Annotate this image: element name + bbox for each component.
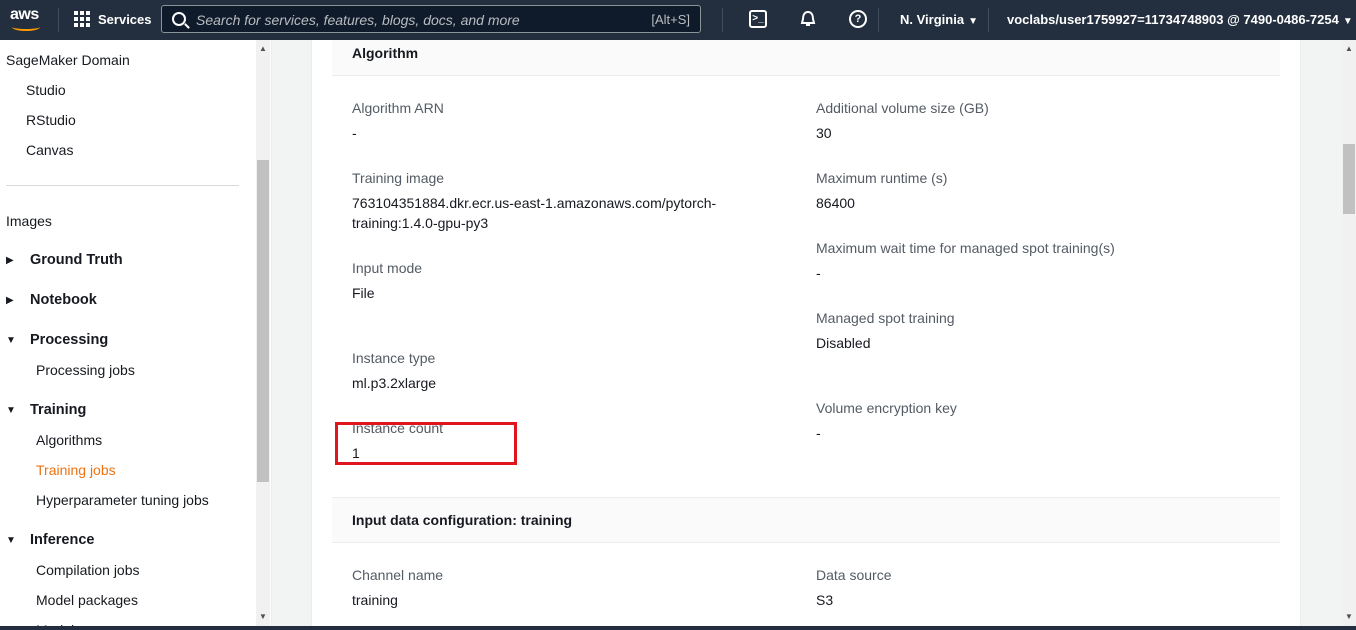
- maximum-runtime-label: Maximum runtime (s): [816, 170, 948, 186]
- sidebar-item-images[interactable]: Images: [6, 213, 52, 229]
- sidebar-section-training[interactable]: ▼ Training: [6, 402, 86, 418]
- sidebar: SageMaker Domain Studio RStudio Canvas I…: [0, 40, 272, 630]
- input-mode-value: File: [352, 285, 375, 301]
- search-icon: [172, 12, 186, 26]
- additional-volume-size-label: Additional volume size (GB): [816, 100, 989, 116]
- scroll-up-icon[interactable]: ▲: [1345, 44, 1353, 53]
- sidebar-divider: [6, 185, 239, 186]
- page-scrollbar-thumb[interactable]: [1343, 144, 1355, 214]
- sidebar-section-notebook[interactable]: ▶ Notebook: [6, 292, 97, 308]
- top-navigation-bar: aws Services [Alt+S] >_ ? N. Virginia▼ v…: [0, 0, 1356, 40]
- sidebar-item-canvas[interactable]: Canvas: [26, 142, 73, 158]
- instance-count-highlight-box: [335, 422, 517, 465]
- sidebar-item-rstudio[interactable]: RStudio: [26, 112, 76, 128]
- services-label: Services: [98, 11, 152, 27]
- caret-right-icon: ▶: [6, 294, 14, 306]
- sidebar-item-training-jobs[interactable]: Training jobs: [36, 462, 116, 478]
- aws-logo[interactable]: aws: [10, 6, 44, 34]
- scroll-down-icon[interactable]: ▼: [259, 612, 267, 621]
- algorithm-arn-value: -: [352, 125, 357, 141]
- caret-right-icon: ▶: [6, 254, 14, 266]
- sidebar-item-sagemaker-domain[interactable]: SageMaker Domain: [6, 52, 130, 68]
- section-title: Algorithm: [352, 45, 419, 61]
- training-image-value-line1: 763104351884.dkr.ecr.us-east-1.amazonaws…: [352, 195, 717, 211]
- sidebar-item-processing-jobs[interactable]: Processing jobs: [36, 362, 135, 378]
- aws-logo-text: aws: [10, 6, 39, 23]
- nav-divider: [988, 8, 989, 32]
- sidebar-item-hyperparameter-tuning-jobs[interactable]: Hyperparameter tuning jobs: [36, 492, 209, 508]
- bottom-edge-bar: [0, 626, 1356, 630]
- details-panel: Algorithm Algorithm ARN - Training image…: [311, 40, 1301, 630]
- data-source-label: Data source: [816, 567, 892, 583]
- bell-icon[interactable]: [799, 10, 817, 28]
- account-label: voclabs/user1759927=11734748903 @ 7490-0…: [1007, 12, 1339, 27]
- aws-smile-icon: [12, 23, 40, 31]
- search-input[interactable]: [196, 10, 616, 30]
- sidebar-scrollbar[interactable]: ▲ ▼: [256, 40, 270, 630]
- maximum-wait-time-label: Maximum wait time for managed spot train…: [816, 240, 1115, 256]
- sidebar-item-studio[interactable]: Studio: [26, 82, 66, 98]
- grid-icon: [74, 11, 90, 27]
- region-selector[interactable]: N. Virginia ▼: [900, 12, 978, 27]
- training-image-value-line2: training:1.4.0-gpu-py3: [352, 215, 489, 231]
- nav-divider: [722, 8, 723, 32]
- section-title: Input data configuration: training: [352, 512, 573, 528]
- sidebar-item-compilation-jobs[interactable]: Compilation jobs: [36, 562, 140, 578]
- section-label: Training: [30, 402, 87, 418]
- scroll-down-icon[interactable]: ▼: [1345, 612, 1353, 621]
- instance-type-value: ml.p3.2xlarge: [352, 375, 437, 391]
- nav-divider: [878, 8, 879, 32]
- managed-spot-training-value: Disabled: [816, 335, 871, 351]
- sidebar-item-model-packages[interactable]: Model packages: [36, 592, 138, 608]
- search-box[interactable]: [Alt+S]: [161, 5, 701, 33]
- page-scrollbar[interactable]: ▲ ▼: [1342, 40, 1356, 630]
- search-shortcut-hint: [Alt+S]: [651, 12, 690, 27]
- algorithm-section-header: Algorithm: [332, 40, 1280, 76]
- sidebar-scrollbar-thumb[interactable]: [257, 160, 269, 482]
- data-source-value: S3: [816, 592, 834, 608]
- section-label: Ground Truth: [30, 252, 123, 268]
- input-data-config-section-header: Input data configuration: training: [332, 497, 1280, 543]
- region-label: N. Virginia: [900, 12, 965, 27]
- caret-down-icon: ▼: [6, 334, 16, 346]
- training-image-label: Training image: [352, 170, 445, 186]
- algorithm-arn-label: Algorithm ARN: [352, 100, 444, 116]
- section-label: Inference: [30, 532, 95, 548]
- section-label: Processing: [30, 332, 109, 348]
- volume-encryption-key-label: Volume encryption key: [816, 400, 957, 416]
- channel-name-label: Channel name: [352, 567, 444, 583]
- additional-volume-size-value: 30: [816, 125, 832, 141]
- sidebar-section-ground-truth[interactable]: ▶ Ground Truth: [6, 252, 123, 268]
- services-menu-button[interactable]: Services: [74, 11, 152, 27]
- caret-down-icon: ▼: [6, 534, 16, 546]
- caret-down-icon: ▼: [968, 16, 978, 27]
- instance-type-label: Instance type: [352, 350, 436, 366]
- cloudshell-icon[interactable]: >_: [749, 10, 767, 28]
- account-menu[interactable]: voclabs/user1759927=11734748903 @ 7490-0…: [1007, 12, 1353, 27]
- sidebar-section-inference[interactable]: ▼ Inference: [6, 532, 94, 548]
- sidebar-section-processing[interactable]: ▼ Processing: [6, 332, 108, 348]
- nav-divider: [58, 8, 59, 32]
- help-icon[interactable]: ?: [849, 10, 867, 28]
- caret-down-icon: ▼: [6, 404, 16, 416]
- main-content: Algorithm Algorithm ARN - Training image…: [272, 40, 1342, 630]
- scroll-up-icon[interactable]: ▲: [259, 44, 267, 53]
- maximum-runtime-value: 86400: [816, 195, 855, 211]
- maximum-wait-time-value: -: [816, 265, 821, 281]
- sidebar-item-algorithms[interactable]: Algorithms: [36, 432, 102, 448]
- section-label: Notebook: [30, 292, 97, 308]
- managed-spot-training-label: Managed spot training: [816, 310, 955, 326]
- caret-down-icon: ▼: [1342, 16, 1353, 27]
- input-mode-label: Input mode: [352, 260, 423, 276]
- volume-encryption-key-value: -: [816, 425, 821, 441]
- channel-name-value: training: [352, 592, 398, 608]
